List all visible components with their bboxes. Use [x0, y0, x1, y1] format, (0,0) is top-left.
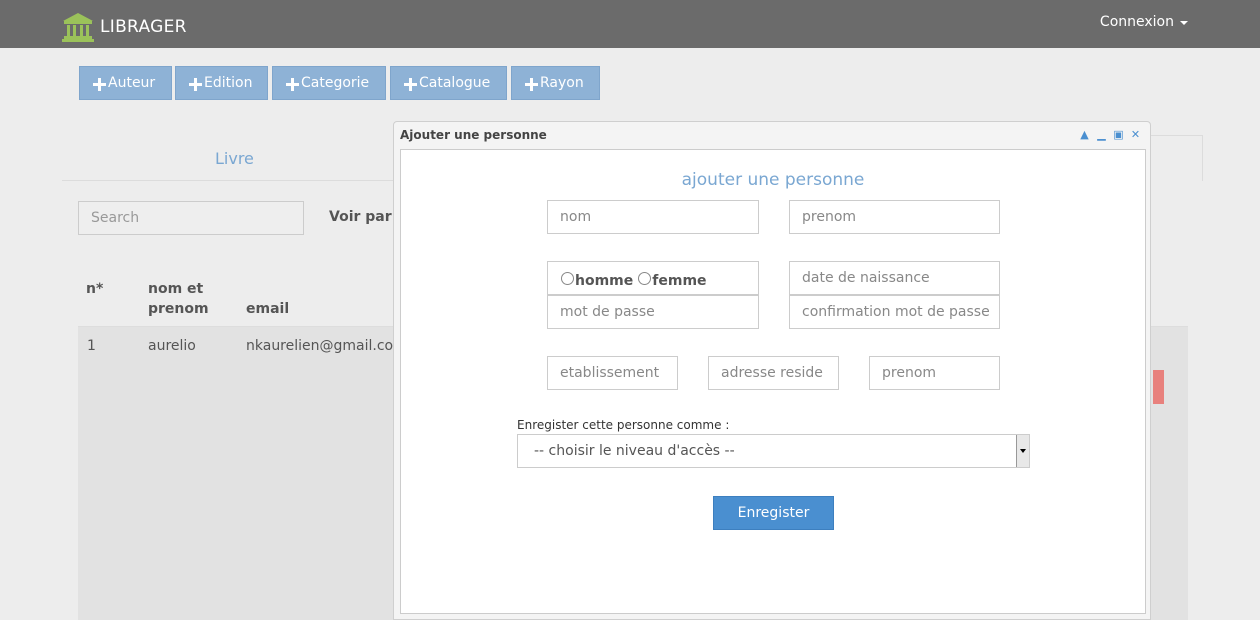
plus-icon — [525, 78, 538, 91]
add-catalogue-label: Catalogue — [419, 75, 491, 91]
add-auteur-label: Auteur — [108, 75, 156, 91]
header-name-line1: nom et — [148, 281, 204, 297]
row-num: 1 — [87, 338, 96, 354]
close-icon[interactable]: ✕ — [1127, 127, 1144, 142]
add-person-dialog: Ajouter une personne ▲ ▁ ▣ ✕ ajouter une… — [393, 121, 1151, 620]
brand[interactable]: LIBRAGER — [62, 12, 187, 42]
form-title: ajouter une personne — [681, 170, 865, 190]
gender-radio-group: homme femme — [547, 261, 759, 295]
prenom2-field[interactable] — [869, 356, 1000, 390]
adresse-field[interactable] — [708, 356, 839, 390]
row-email: nkaurelien@gmail.com — [246, 338, 407, 354]
access-level-label: Enregister cette personne comme : — [517, 418, 730, 432]
radio-homme-label: homme — [575, 273, 634, 289]
select-arrow-button[interactable] — [1016, 435, 1029, 467]
header-num: n* — [86, 281, 104, 297]
search-input[interactable] — [78, 201, 304, 235]
minimize-icon[interactable]: ▁ — [1093, 127, 1110, 142]
header-name: nom et prenom — [148, 279, 209, 319]
header-email: email — [246, 301, 290, 317]
add-rayon-button[interactable]: Rayon — [511, 66, 600, 100]
delete-button[interactable] — [1153, 370, 1164, 404]
caret-down-icon — [1180, 21, 1188, 25]
library-building-icon — [62, 13, 94, 42]
access-level-select[interactable]: -- choisir le niveau d'accès -- — [517, 434, 1030, 468]
chevron-down-icon — [1020, 449, 1026, 453]
radio-homme[interactable] — [561, 271, 574, 285]
brand-label: LIBRAGER — [100, 17, 187, 37]
password-field[interactable] — [547, 295, 759, 329]
tab-divider — [62, 180, 402, 181]
login-dropdown[interactable]: Connexion — [1100, 14, 1188, 30]
add-categorie-label: Categorie — [301, 75, 370, 91]
add-categorie-button[interactable]: Categorie — [272, 66, 386, 100]
radio-femme[interactable] — [638, 271, 652, 285]
add-edition-button[interactable]: Edition — [175, 66, 268, 100]
plus-icon — [404, 78, 417, 91]
add-auteur-button[interactable]: Auteur — [79, 66, 172, 100]
enregister-button[interactable]: Enregister — [713, 496, 834, 530]
plus-icon — [189, 78, 202, 91]
dialog-body: ajouter une personne homme femme Enregis… — [400, 149, 1146, 614]
plus-icon — [286, 78, 299, 91]
access-level-value: -- choisir le niveau d'accès -- — [534, 443, 735, 459]
tab-livre[interactable]: Livre — [215, 149, 254, 168]
add-edition-label: Edition — [204, 75, 253, 91]
password-confirm-field[interactable] — [789, 295, 1000, 329]
row-name: aurelio — [148, 338, 196, 354]
add-rayon-label: Rayon — [540, 75, 584, 91]
dialog-title: Ajouter une personne — [400, 128, 547, 142]
date-naissance-field[interactable] — [789, 261, 1000, 295]
panel-border — [1150, 135, 1203, 181]
plus-icon — [93, 78, 106, 91]
add-catalogue-button[interactable]: Catalogue — [390, 66, 507, 100]
top-navbar: LIBRAGER Connexion — [0, 0, 1260, 48]
maximize-icon[interactable]: ▣ — [1110, 127, 1127, 142]
header-name-line2: prenom — [148, 301, 209, 317]
login-label: Connexion — [1099, 14, 1174, 30]
radio-femme-label: femme — [652, 273, 707, 289]
voir-par-label: Voir par — [329, 209, 392, 225]
collapse-icon[interactable]: ▲ — [1076, 127, 1093, 142]
prenom-field[interactable] — [789, 200, 1000, 234]
etablissement-field[interactable] — [547, 356, 678, 390]
nom-field[interactable] — [547, 200, 759, 234]
dialog-controls: ▲ ▁ ▣ ✕ — [1076, 127, 1144, 142]
